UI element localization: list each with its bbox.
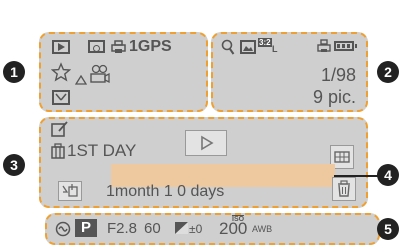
marker-2: 2 (377, 61, 399, 83)
panel-2: 3:2 L 1/98 9 pic. (211, 32, 368, 112)
playback-icon (52, 40, 70, 54)
white-balance: AWB (252, 224, 273, 234)
recording-mode: P (75, 219, 97, 237)
print-gps-label: 1GPS (129, 38, 172, 55)
frame-counter: 1/98 (320, 65, 356, 85)
stabilizer-icon (55, 221, 71, 242)
shutter-speed: 60 (144, 220, 161, 237)
delete-button[interactable] (332, 177, 356, 201)
image-quality-icon (240, 40, 256, 54)
panel-1: 1GPS (39, 32, 208, 112)
marker-3: 3 (3, 154, 25, 176)
panel-3: 1ST DAY 1month 1 0 days (39, 117, 368, 208)
picture-count: 9 pic. (312, 87, 356, 107)
text-stamp-icon (51, 121, 69, 142)
zoom-icon (221, 39, 235, 60)
travel-date-icon (51, 143, 65, 164)
age-label: 1month 1 0 days (106, 183, 225, 200)
printer-icon (317, 39, 331, 59)
scenery-icon (74, 72, 88, 90)
marker-5: 5 (377, 218, 399, 240)
title-edit-icon (52, 90, 70, 105)
play-button[interactable] (185, 130, 227, 156)
panel-5: P F2.8 60 ±0 200 ISO AWB (45, 213, 380, 245)
travel-day-label: 1ST DAY (67, 141, 137, 160)
leader-line-4 (334, 175, 378, 177)
marker-4: 4 (377, 164, 399, 186)
favorite-star-icon (50, 62, 72, 87)
picture-size-label: L (272, 44, 278, 54)
marker-1: 1 (3, 61, 25, 83)
battery-icon (334, 41, 357, 51)
return-button[interactable] (58, 181, 82, 201)
aperture-value: F2.8 (107, 220, 138, 237)
aspect-ratio-label: 3:2 (258, 38, 272, 47)
print-icon (111, 40, 127, 54)
iso-label: ISO (232, 215, 245, 223)
exposure-comp-icon (175, 222, 188, 234)
movie-camera-icon (88, 64, 110, 89)
protect-icon (88, 40, 105, 53)
exposure-comp-value: ±0 (189, 222, 203, 236)
